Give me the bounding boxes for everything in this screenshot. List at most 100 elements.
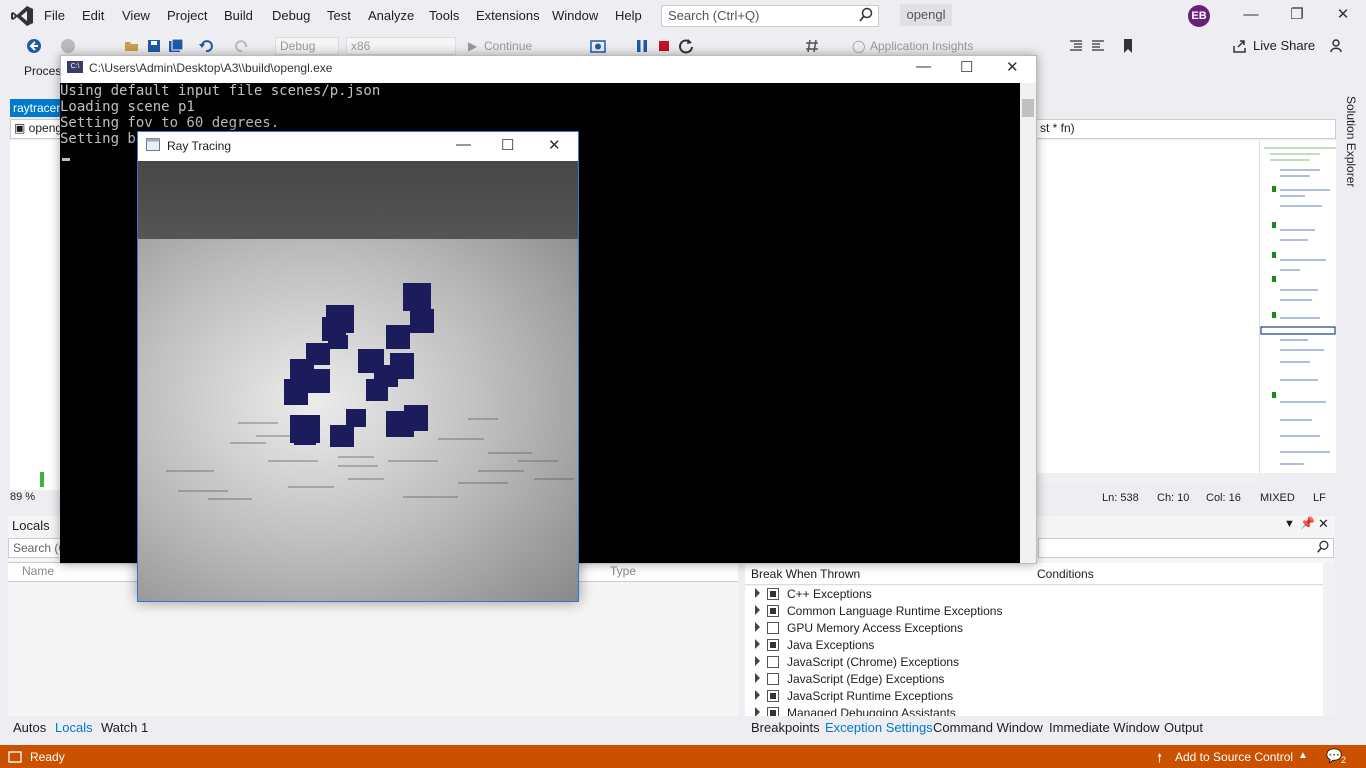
- back-icon[interactable]: [26, 38, 42, 54]
- conditions-column[interactable]: Conditions: [1037, 567, 1094, 581]
- share-icon[interactable]: [1232, 38, 1248, 54]
- undo-icon[interactable]: [198, 38, 214, 54]
- exception-checkbox[interactable]: [767, 656, 779, 668]
- exception-checkbox[interactable]: [767, 673, 779, 685]
- platform-dropdown[interactable]: x86: [346, 37, 456, 55]
- line-ending-type[interactable]: LF: [1313, 492, 1326, 504]
- forward-icon[interactable]: [60, 38, 76, 54]
- line-endings-mode[interactable]: MIXED: [1260, 492, 1295, 504]
- indent-icon[interactable]: [1090, 38, 1106, 54]
- redo-icon[interactable]: [234, 38, 250, 54]
- code-editor-margin[interactable]: [10, 140, 62, 490]
- exception-checkbox[interactable]: [767, 639, 779, 651]
- exception-checkbox[interactable]: [767, 690, 779, 702]
- break-when-thrown-column[interactable]: Break When Thrown: [751, 567, 860, 581]
- solution-explorer-tab[interactable]: Solution Explorer: [1340, 96, 1358, 196]
- code-editor[interactable]: [1037, 140, 1259, 473]
- restart-icon[interactable]: [678, 38, 694, 54]
- tab-watch-1[interactable]: Watch 1: [101, 720, 148, 735]
- continue-button[interactable]: Continue: [484, 39, 532, 53]
- document-tab[interactable]: raytracer: [10, 99, 65, 117]
- exception-search-icon[interactable]: [1316, 540, 1330, 554]
- menu-edit[interactable]: Edit: [82, 8, 104, 23]
- open-folder-icon[interactable]: [124, 38, 140, 54]
- save-icon[interactable]: [146, 38, 162, 54]
- tab-locals[interactable]: Locals: [55, 720, 93, 735]
- expand-arrow-icon[interactable]: [755, 656, 760, 666]
- tab-autos[interactable]: Autos: [13, 720, 46, 735]
- exception-row[interactable]: Java Exceptions: [745, 637, 1323, 654]
- bookmark-icon[interactable]: [1120, 38, 1136, 54]
- minimize-button[interactable]: —: [1236, 4, 1266, 26]
- feedback-icon[interactable]: [1330, 38, 1346, 54]
- exception-row[interactable]: JavaScript (Chrome) Exceptions: [745, 654, 1323, 671]
- pause-icon[interactable]: [634, 38, 650, 54]
- continue-play-icon[interactable]: ▶: [468, 39, 477, 53]
- exception-search-input[interactable]: [1038, 538, 1334, 558]
- source-control-chevron-icon[interactable]: ▲: [1298, 750, 1308, 761]
- locals-type-column[interactable]: Type: [610, 564, 636, 578]
- expand-arrow-icon[interactable]: [755, 707, 760, 716]
- hex-display-icon[interactable]: [804, 38, 820, 54]
- exception-row[interactable]: Common Language Runtime Exceptions: [745, 603, 1323, 620]
- exception-checkbox[interactable]: [767, 622, 779, 634]
- menu-extensions[interactable]: Extensions: [476, 8, 540, 23]
- pin-icon[interactable]: 📌: [1300, 516, 1315, 530]
- ray-minimize-button[interactable]: —: [456, 136, 471, 153]
- avatar[interactable]: EB: [1188, 5, 1210, 27]
- output-window-icon[interactable]: [8, 751, 22, 763]
- outdent-icon[interactable]: [1068, 38, 1084, 54]
- console-maximize-button[interactable]: ☐: [960, 58, 973, 76]
- search-input[interactable]: Search (Ctrl+Q): [661, 5, 879, 27]
- menu-window[interactable]: Window: [552, 8, 598, 23]
- menu-test[interactable]: Test: [327, 8, 351, 23]
- minimap[interactable]: [1259, 140, 1336, 473]
- ray-tracing-render[interactable]: [138, 161, 578, 601]
- tab-breakpoints[interactable]: Breakpoints: [751, 720, 820, 735]
- exception-checkbox[interactable]: [767, 707, 779, 716]
- menu-file[interactable]: File: [44, 8, 65, 23]
- notification-icon[interactable]: 💬: [1326, 748, 1342, 764]
- exception-row[interactable]: JavaScript Runtime Exceptions: [745, 688, 1323, 705]
- search-icon[interactable]: [858, 7, 874, 23]
- lightbulb-icon[interactable]: ◯: [852, 39, 865, 53]
- pane-close-icon[interactable]: ✕: [1318, 516, 1329, 532]
- menu-analyze[interactable]: Analyze: [368, 8, 414, 23]
- menu-build[interactable]: Build: [224, 8, 253, 23]
- exception-row[interactable]: JavaScript (Edge) Exceptions: [745, 671, 1323, 688]
- tab-output[interactable]: Output: [1164, 720, 1203, 735]
- close-button[interactable]: ✕: [1328, 4, 1358, 26]
- nav-function-dropdown[interactable]: st * fn): [1040, 121, 1075, 135]
- expand-arrow-icon[interactable]: [755, 588, 760, 598]
- expand-arrow-icon[interactable]: [755, 622, 760, 632]
- restore-button[interactable]: ❐: [1282, 4, 1312, 26]
- tab-exception-settings[interactable]: Exception Settings: [825, 720, 933, 735]
- nav-project-dropdown[interactable]: ▣ openg: [14, 121, 62, 135]
- configuration-dropdown[interactable]: Debug: [275, 37, 339, 55]
- exception-checkbox[interactable]: [767, 588, 779, 600]
- exception-row[interactable]: C++ Exceptions: [745, 586, 1323, 603]
- menu-debug[interactable]: Debug: [272, 8, 310, 23]
- exception-checkbox[interactable]: [767, 605, 779, 617]
- application-insights-button[interactable]: Application Insights: [870, 39, 973, 53]
- tab-immediate-window[interactable]: Immediate Window: [1049, 720, 1160, 735]
- menu-view[interactable]: View: [122, 8, 150, 23]
- console-close-button[interactable]: ✕: [1006, 58, 1019, 76]
- console-scroll-thumb[interactable]: [1022, 99, 1034, 117]
- zoom-level[interactable]: 89 %: [10, 491, 35, 503]
- save-all-icon[interactable]: [168, 38, 184, 54]
- expand-arrow-icon[interactable]: [755, 690, 760, 700]
- ray-close-button[interactable]: ✕: [548, 136, 561, 154]
- menu-help[interactable]: Help: [615, 8, 642, 23]
- live-share-button[interactable]: Live Share: [1253, 38, 1315, 53]
- console-minimize-button[interactable]: —: [916, 58, 931, 75]
- add-to-source-control-button[interactable]: Add to Source Control: [1175, 750, 1293, 764]
- stop-icon[interactable]: [656, 38, 672, 54]
- console-scrollbar[interactable]: [1020, 83, 1036, 563]
- screenshot-icon[interactable]: [590, 38, 606, 54]
- expand-arrow-icon[interactable]: [755, 673, 760, 683]
- locals-name-column[interactable]: Name: [22, 564, 54, 578]
- exception-row[interactable]: Managed Debugging Assistants: [745, 705, 1323, 716]
- pane-dropdown-icon[interactable]: ▼: [1284, 518, 1295, 530]
- ray-maximize-button[interactable]: ☐: [501, 136, 514, 154]
